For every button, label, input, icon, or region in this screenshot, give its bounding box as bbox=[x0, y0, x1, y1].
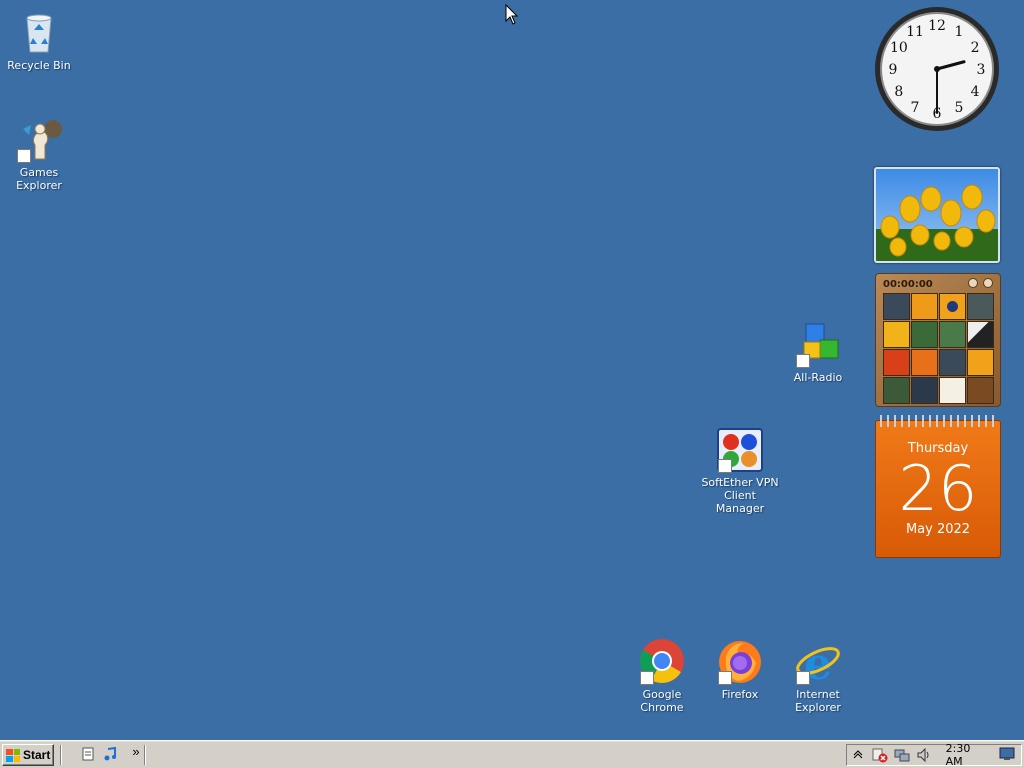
desktop[interactable]: Recycle Bin Games Explorer All-Radio Sof… bbox=[0, 0, 1024, 740]
puzzle-tile[interactable] bbox=[938, 377, 966, 404]
recycle-bin-icon[interactable]: Recycle Bin bbox=[0, 8, 78, 72]
puzzle-tile[interactable] bbox=[910, 293, 938, 320]
media-player-icon[interactable] bbox=[102, 746, 118, 763]
softether-vpn-icon[interactable]: SoftEther VPN Client Manager bbox=[701, 425, 779, 515]
internet-explorer-icon[interactable]: e Internet Explorer bbox=[779, 637, 857, 714]
clock-numeral: 9 bbox=[889, 62, 898, 78]
internet-explorer-label: Internet Explorer bbox=[795, 688, 841, 714]
help-icon[interactable] bbox=[967, 277, 978, 288]
system-tray: 2:30 AM bbox=[846, 742, 1022, 768]
windows-flag-icon bbox=[6, 748, 20, 762]
all-radio-label: All-Radio bbox=[793, 371, 843, 384]
start-button[interactable]: Start bbox=[2, 744, 54, 766]
taskbar-separator bbox=[60, 745, 62, 765]
clock-numeral: 4 bbox=[971, 84, 980, 100]
puzzle-tile[interactable] bbox=[882, 377, 910, 404]
shortcut-arrow-icon bbox=[796, 671, 810, 685]
puzzle-tile[interactable] bbox=[938, 321, 966, 348]
firefox-label: Firefox bbox=[721, 688, 759, 701]
puzzle-grid[interactable] bbox=[879, 293, 997, 404]
clock-numeral: 7 bbox=[911, 100, 920, 116]
calendar-day-number: 26 bbox=[898, 452, 978, 525]
shortcut-arrow-icon bbox=[718, 671, 732, 685]
puzzle-tile[interactable] bbox=[966, 293, 994, 320]
volume-icon[interactable] bbox=[916, 747, 932, 763]
chrome-graphic bbox=[638, 637, 686, 685]
taskbar-separator bbox=[144, 745, 146, 765]
shortcut-arrow-icon bbox=[640, 671, 654, 685]
puzzle-tile-empty[interactable] bbox=[966, 377, 994, 404]
clock-numeral: 11 bbox=[906, 24, 924, 40]
firefox-graphic bbox=[716, 637, 764, 685]
recycle-bin-label: Recycle Bin bbox=[7, 59, 71, 72]
games-explorer-graphic bbox=[15, 115, 63, 163]
recycle-bin-graphic bbox=[15, 8, 63, 56]
calendar-rings bbox=[880, 415, 996, 427]
puzzle-tile[interactable] bbox=[966, 321, 994, 348]
puzzle-tile[interactable] bbox=[910, 349, 938, 376]
clock-numeral: 1 bbox=[955, 24, 964, 40]
puzzle-header: 00:00:00 bbox=[879, 277, 997, 291]
clock-numeral: 12 bbox=[928, 18, 946, 34]
show-desktop-icon[interactable] bbox=[80, 747, 96, 763]
picture-puzzle-gadget[interactable]: 00:00:00 bbox=[875, 273, 1001, 407]
clock-face: 12 1234567891011 bbox=[875, 7, 999, 131]
puzzle-tile[interactable] bbox=[882, 349, 910, 376]
puzzle-tile[interactable] bbox=[910, 321, 938, 348]
shortcut-arrow-icon bbox=[718, 459, 732, 473]
all-radio-icon[interactable]: All-Radio bbox=[779, 320, 857, 384]
taskbar: Start » 2:30 AM bbox=[0, 740, 1024, 768]
puzzle-tile[interactable] bbox=[966, 349, 994, 376]
clock-numeral: 8 bbox=[894, 84, 903, 100]
clock-numeral: 5 bbox=[955, 100, 964, 116]
security-alert-icon[interactable] bbox=[872, 747, 888, 763]
firefox-icon[interactable]: Firefox bbox=[701, 637, 779, 701]
slideshow-gadget[interactable] bbox=[874, 167, 1000, 263]
taskbar-clock[interactable]: 2:30 AM bbox=[946, 742, 987, 768]
internet-explorer-graphic: e bbox=[794, 637, 842, 690]
clock-numeral: 3 bbox=[977, 62, 986, 78]
puzzle-tile[interactable] bbox=[910, 377, 938, 404]
puzzle-tile[interactable] bbox=[882, 293, 910, 320]
calendar-gadget[interactable]: Thursday 26 May 2022 bbox=[875, 415, 1001, 558]
shuffle-icon[interactable] bbox=[983, 277, 993, 288]
network-icon[interactable] bbox=[894, 747, 910, 763]
all-radio-graphic bbox=[794, 320, 842, 368]
puzzle-tile[interactable] bbox=[938, 293, 966, 320]
puzzle-tile[interactable] bbox=[882, 321, 910, 348]
puzzle-timer: 00:00:00 bbox=[883, 278, 933, 290]
shortcut-arrow-icon bbox=[796, 354, 810, 368]
quick-launch-overflow[interactable]: » bbox=[128, 744, 144, 760]
puzzle-tile[interactable] bbox=[938, 349, 966, 376]
clock-numeral: 10 bbox=[890, 40, 908, 56]
shortcut-arrow-icon bbox=[17, 149, 31, 163]
chevron-up-icon[interactable] bbox=[851, 747, 866, 763]
clock-numeral: 2 bbox=[971, 40, 980, 56]
show-desktop-tray-icon[interactable] bbox=[999, 747, 1015, 763]
games-explorer-label: Games Explorer bbox=[16, 166, 62, 192]
mouse-cursor-icon bbox=[505, 4, 519, 25]
softether-vpn-label: SoftEther VPN Client Manager bbox=[701, 476, 779, 515]
games-explorer-icon[interactable]: Games Explorer bbox=[0, 115, 78, 192]
google-chrome-icon[interactable]: Google Chrome bbox=[623, 637, 701, 714]
google-chrome-label: Google Chrome bbox=[640, 688, 684, 714]
tulip-photo bbox=[876, 169, 998, 261]
clock-gadget[interactable]: 12 1 2 3 4 5 6 7 8 9 10 11 bbox=[873, 5, 1001, 133]
softether-vpn-graphic bbox=[716, 425, 764, 473]
calendar-month-year: May 2022 bbox=[905, 522, 971, 537]
start-label: Start bbox=[23, 748, 51, 762]
